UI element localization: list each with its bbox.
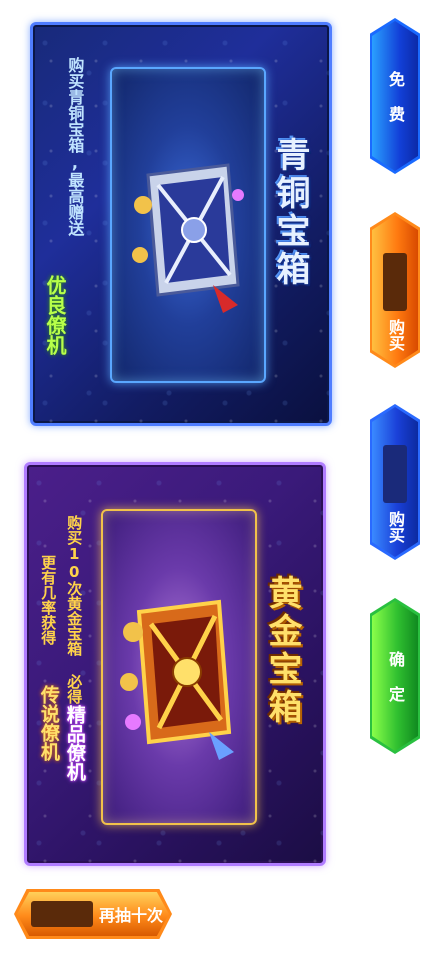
buy-bronze-button[interactable]: 购买 bbox=[372, 215, 418, 365]
bronze-chest-description: 购买青铜宝箱,最高赠送 bbox=[65, 57, 85, 236]
bronze-chest-image-frame bbox=[110, 67, 266, 383]
buy-bronze-label: 购买 bbox=[386, 319, 405, 351]
redraw-ten-label: 再抽十次 bbox=[99, 906, 164, 925]
gold-chest-icon bbox=[119, 572, 239, 762]
buy-gold-button-frame: 购买 bbox=[370, 404, 420, 560]
redraw-button-frame: 再抽十次 bbox=[14, 889, 172, 939]
gold-chest-panel: 黄金宝箱 购买10次黄金宝箱 必得 精品僚机 更有几率获得 传说僚机 bbox=[24, 462, 326, 866]
free-button[interactable]: 免 费 bbox=[372, 21, 418, 171]
buy-gold-button[interactable]: 购买 bbox=[372, 407, 418, 557]
bronze-chest-title: 青铜宝箱 bbox=[270, 137, 310, 289]
gold-chest-image-frame bbox=[101, 509, 257, 825]
redraw-ten-button[interactable]: 再抽十次 bbox=[17, 892, 169, 936]
free-button-frame: 免 费 bbox=[370, 18, 420, 174]
bronze-chest-icon bbox=[128, 135, 248, 315]
gold-chest-description-2: 更有几率获得 bbox=[39, 555, 58, 645]
gold-chest-description-1: 购买10次黄金宝箱 必得 bbox=[65, 515, 84, 704]
buy-gold-label: 购买 bbox=[386, 511, 405, 543]
bronze-chest-reward: 优良僚机 bbox=[43, 275, 67, 355]
confirm-button-frame: 确 定 bbox=[370, 598, 420, 754]
confirm-button[interactable]: 确 定 bbox=[372, 601, 418, 751]
gold-chest-title: 黄金宝箱 bbox=[262, 575, 302, 727]
price-slot bbox=[383, 253, 407, 311]
buy-bronze-button-frame: 购买 bbox=[370, 212, 420, 368]
bronze-chest-panel: 青铜宝箱 购买青铜宝箱,最高赠送 优良僚机 bbox=[30, 22, 332, 426]
gold-chest-reward-2: 传说僚机 bbox=[37, 685, 60, 761]
gold-chest-reward-1: 精品僚机 bbox=[63, 705, 86, 781]
price-slot bbox=[31, 901, 93, 927]
price-slot bbox=[383, 445, 407, 503]
